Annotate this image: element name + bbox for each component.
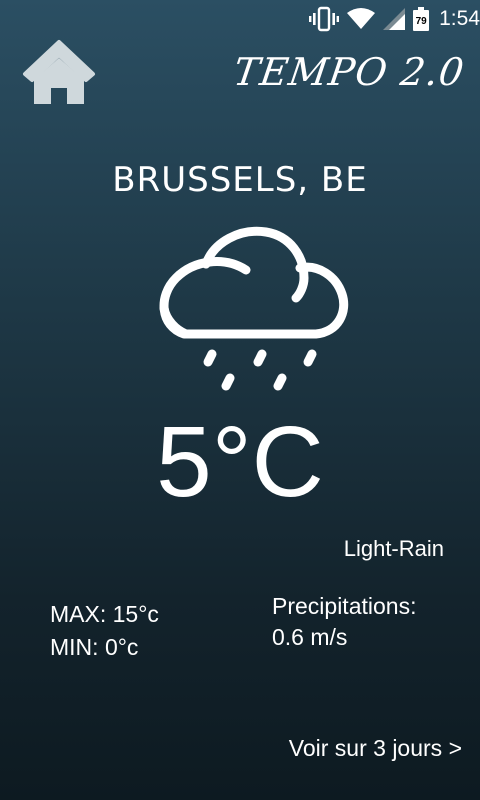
- status-icons: 79 1:54: [309, 4, 480, 34]
- home-button[interactable]: [22, 38, 96, 108]
- weather-condition: Light-Rain: [343, 536, 444, 561]
- precipitations-value: 0.6 m/s: [272, 624, 348, 650]
- min-temperature: MIN: 0°c: [50, 634, 139, 660]
- app-title: TEMPO 2.0: [230, 50, 468, 94]
- battery-icon: 79: [413, 7, 430, 31]
- battery-level: 79: [415, 16, 427, 27]
- vibrate-icon: [309, 6, 340, 32]
- cloud-rain-icon: [150, 222, 350, 392]
- wifi-icon: [347, 8, 376, 29]
- precipitations: Precipitations: 0.6 m/s: [272, 591, 416, 653]
- min-max-temperatures: MAX: 15°c MIN: 0°c: [50, 598, 159, 664]
- city-name: BRUSSELS, BE: [112, 160, 368, 200]
- status-bar: 79 1:54: [0, 0, 480, 40]
- home-icon: [23, 40, 95, 104]
- status-time: 1:54: [439, 7, 480, 30]
- max-temperature: MAX: 15°c: [50, 601, 159, 627]
- three-day-forecast-link[interactable]: Voir sur 3 jours >: [289, 735, 462, 762]
- cell-signal-icon: [383, 8, 406, 30]
- precipitations-label: Precipitations:: [272, 593, 417, 619]
- temperature: 5°C: [156, 406, 324, 518]
